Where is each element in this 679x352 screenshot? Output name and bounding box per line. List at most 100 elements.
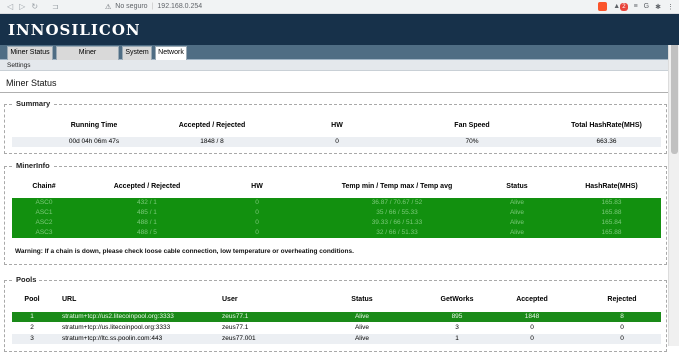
- minerinfo-header-row: Chain# Accepted / Rejected HW Temp min /…: [12, 182, 661, 192]
- chain-hw: 0: [255, 209, 259, 216]
- tab-miner-status[interactable]: Miner Status: [7, 46, 53, 60]
- title-divider: [0, 92, 668, 93]
- pool-row[interactable]: 3 stratum+tcp://ltc.ss.poolin.com:443 ze…: [12, 334, 661, 344]
- extensions-icon[interactable]: ✱: [655, 3, 661, 11]
- pools-header-cell: Accepted: [516, 296, 548, 303]
- chain-hw: 0: [255, 229, 259, 236]
- minerinfo-header-cell: Accepted / Rejected: [113, 183, 181, 190]
- pool-status: Alive: [354, 335, 370, 342]
- chain-id: ASC3: [35, 229, 53, 236]
- chain-id: ASC0: [35, 199, 53, 206]
- pool-rejected: 0: [620, 324, 624, 331]
- back-icon[interactable]: ◁: [7, 2, 13, 11]
- chain-hashrate: 165.83: [601, 199, 622, 206]
- pool-url: stratum+tcp://us2.litecoinpool.org:3333: [62, 313, 174, 320]
- chain-accepted-rejected: 432 / 1: [137, 199, 157, 206]
- pool-status: Alive: [354, 324, 370, 331]
- pool-getworks: 1: [455, 335, 459, 342]
- bookmark-icon[interactable]: ⊐: [52, 2, 59, 11]
- pools-header-cell: URL: [62, 296, 77, 303]
- subnav-settings[interactable]: Settings: [7, 62, 31, 69]
- app-header: INNOSILICON: [0, 14, 679, 45]
- chain-accepted-rejected: 488 / 1: [137, 219, 157, 226]
- chain-accepted-rejected: 488 / 5: [137, 229, 157, 236]
- chain-hw: 0: [255, 219, 259, 226]
- chain-id: ASC2: [35, 219, 53, 226]
- notification-badge: 2: [620, 2, 628, 11]
- minerinfo-header-cell: Chain#: [32, 183, 56, 190]
- more-icon[interactable]: ⋮: [667, 3, 674, 11]
- chain-status: Alive: [509, 219, 525, 226]
- chain-id: ASC1: [35, 209, 53, 216]
- chain-row: ASC0 432 / 1 0 36.87 / 70.67 / 52 Alive …: [12, 198, 661, 208]
- pools-header-cell: Status: [351, 296, 373, 303]
- pool-rejected: 0: [620, 335, 624, 342]
- chain-hashrate: 165.84: [601, 219, 622, 226]
- pools-header-cell: Rejected: [607, 296, 637, 303]
- hw-value: 0: [335, 138, 339, 145]
- page-scrollbar[interactable]: [668, 14, 679, 346]
- chain-status: Alive: [509, 209, 525, 216]
- chain-hashrate: 165.88: [601, 209, 622, 216]
- fan-speed-value: 70%: [465, 138, 479, 145]
- pools-header-row: Pool URL User Status GetWorks Accepted R…: [12, 295, 661, 305]
- pools-header-cell: Pool: [24, 296, 40, 303]
- chain-status: Alive: [509, 229, 525, 236]
- pool-user: zeus77.1: [222, 313, 249, 320]
- tab-network[interactable]: Network: [155, 46, 187, 60]
- summary-panel: Summary Running Time Accepted / Rejected…: [4, 99, 667, 154]
- browser-toolbar: ◁ ▷ ↻ ⊐ ⚠ No seguro | 192.168.0.254 ▲ 2 ≡…: [0, 0, 679, 14]
- minerinfo-panel: MinerInfo Chain# Accepted / Rejected HW …: [4, 161, 667, 265]
- subnav-bar: Settings: [0, 60, 668, 71]
- pool-row[interactable]: 1 stratum+tcp://us2.litecoinpool.org:333…: [12, 312, 661, 322]
- brand-logo: INNOSILICON: [8, 21, 141, 39]
- chain-hw: 0: [255, 199, 259, 206]
- chain-warning-text: Warning: If a chain is down, please chec…: [15, 248, 354, 255]
- url-text: 192.168.0.254: [157, 3, 203, 10]
- chain-hashrate: 165.88: [601, 229, 622, 236]
- chain-temps: 35 / 66 / 55.33: [376, 209, 418, 216]
- pool-user: zeus77.001: [222, 335, 256, 342]
- total-hashrate-value: 663.36: [596, 138, 617, 145]
- pool-accepted: 0: [530, 324, 534, 331]
- pools-panel: Pools Pool URL User Status GetWorks Acce…: [4, 275, 667, 352]
- accepted-rejected-value: 1848 / 8: [200, 138, 224, 145]
- pool-status: Alive: [354, 313, 370, 320]
- scrollbar-thumb[interactable]: [671, 34, 678, 154]
- minerinfo-header-cell: HashRate(MHS): [585, 183, 638, 190]
- pool-rejected: 8: [620, 313, 624, 320]
- security-label: No seguro: [115, 3, 148, 10]
- summary-data-row: 00d 04h 06m 47s 1848 / 8 0 70% 663.36: [12, 137, 661, 147]
- minerinfo-header-cell: Status: [506, 183, 528, 190]
- tab-miner-configuration[interactable]: Miner Configuration: [56, 46, 119, 68]
- brave-shield-icon[interactable]: [598, 2, 608, 11]
- tab-system[interactable]: System: [122, 46, 152, 60]
- page-title: Miner Status: [6, 78, 57, 88]
- chain-row: ASC1 485 / 1 0 35 / 66 / 55.33 Alive 165…: [12, 208, 661, 218]
- pool-user: zeus77.1: [222, 324, 249, 331]
- address-bar[interactable]: ⚠ No seguro | 192.168.0.254: [105, 1, 555, 12]
- pool-number: 3: [30, 335, 34, 342]
- chain-status: Alive: [509, 199, 525, 206]
- pools-header-cell: User: [222, 296, 238, 303]
- chain-accepted-rejected: 485 / 1: [137, 209, 157, 216]
- summary-header-row: Running Time Accepted / Rejected HW Fan …: [12, 121, 661, 131]
- reload-icon[interactable]: ↻: [31, 2, 38, 11]
- address-separator: |: [151, 3, 154, 10]
- chain-row: ASC2 488 / 1 0 39.33 / 66 / 51.33 Alive …: [12, 218, 661, 228]
- summary-header-cell: Accepted / Rejected: [178, 122, 246, 129]
- pool-accepted: 1848: [524, 313, 540, 320]
- pool-row[interactable]: 2 stratum+tcp://us.litecoinpool.org:3333…: [12, 323, 661, 333]
- pool-url: stratum+tcp://us.litecoinpool.org:3333: [62, 324, 171, 331]
- summary-header-cell: Fan Speed: [454, 122, 490, 129]
- notification-icon[interactable]: ▲ 2: [613, 2, 628, 11]
- summary-header-cell: Total HashRate(MHS): [571, 122, 642, 129]
- chain-temps: 39.33 / 66 / 51.33: [371, 219, 423, 226]
- forward-icon[interactable]: ▷: [19, 2, 25, 11]
- pool-accepted: 0: [530, 335, 534, 342]
- menu-icon[interactable]: ≡: [634, 3, 638, 10]
- main-tabs: Miner Status Miner Configuration System …: [0, 45, 668, 68]
- translate-icon[interactable]: G: [644, 3, 649, 10]
- chain-row: ASC3 488 / 5 0 32 / 66 / 51.33 Alive 165…: [12, 228, 661, 238]
- pool-getworks: 3: [455, 324, 459, 331]
